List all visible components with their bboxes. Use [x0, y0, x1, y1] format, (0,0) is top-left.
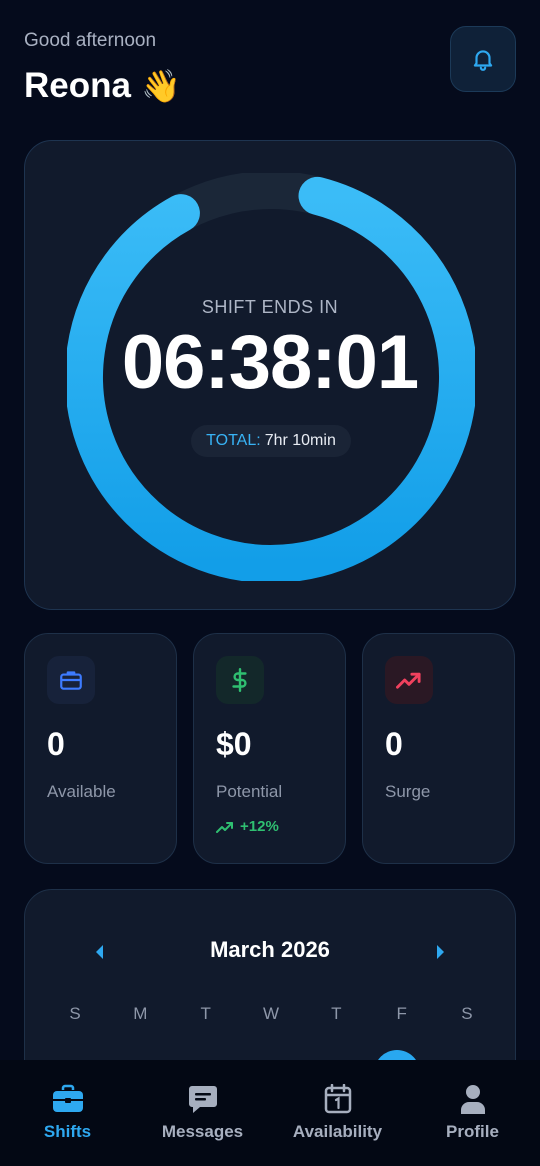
notifications-button[interactable]	[450, 26, 516, 92]
bottom-nav: Shifts Messages Availability Profile	[0, 1060, 540, 1166]
nav-availability[interactable]: Availability	[270, 1060, 405, 1166]
weekday-label: F	[396, 1004, 407, 1023]
briefcase-icon	[47, 656, 95, 704]
weekday-label: S	[69, 1004, 81, 1023]
briefcase-icon	[52, 1084, 83, 1112]
weekday-header: S M T W T F S	[52, 1004, 490, 1024]
calendar-icon	[324, 1084, 351, 1114]
potential-trend: +12%	[216, 818, 279, 835]
weekday-label: W	[262, 1004, 279, 1023]
dollar-icon	[216, 656, 264, 704]
weekday-label: T	[331, 1004, 342, 1023]
chevron-right-icon	[437, 945, 444, 959]
shift-ends-label: SHIFT ENDS IN	[201, 297, 339, 317]
weekday-label: T	[200, 1004, 211, 1023]
nav-profile-label: Profile	[446, 1122, 499, 1141]
shift-timer-card: SHIFT ENDS IN 06:38:01 TOTAL: 7hr 10min	[24, 140, 516, 610]
next-month-button[interactable]	[431, 942, 451, 962]
available-count: 0	[47, 726, 65, 762]
trend-up-icon	[216, 821, 233, 833]
potential-trend-value: +12%	[240, 818, 279, 835]
total-key: TOTAL:	[206, 432, 261, 449]
countdown-value: 06:38:01	[121, 320, 419, 405]
stat-card-potential[interactable]: $0 Potential +12%	[193, 633, 346, 864]
potential-amount: $0	[216, 726, 252, 762]
weekday-label: S	[461, 1004, 473, 1023]
total-value: 7hr 10min	[264, 432, 336, 449]
chat-icon	[188, 1086, 217, 1113]
weekday-label: M	[133, 1004, 148, 1023]
stat-card-available[interactable]: 0 Available	[24, 633, 177, 864]
user-name: Reona 👋	[24, 66, 181, 106]
surge-count: 0	[385, 726, 403, 762]
nav-messages[interactable]: Messages	[135, 1060, 270, 1166]
bell-icon	[473, 50, 493, 71]
surge-label: Surge	[385, 782, 431, 801]
stat-card-surge[interactable]: 0 Surge	[362, 633, 515, 864]
nav-messages-label: Messages	[161, 1122, 244, 1141]
available-label: Available	[47, 782, 116, 801]
user-name-label: Reona	[24, 66, 131, 105]
nav-availability-label: Availability	[292, 1122, 383, 1141]
nav-shifts[interactable]: Shifts	[0, 1060, 135, 1166]
nav-shifts-label: Shifts	[43, 1122, 92, 1141]
user-icon	[460, 1085, 485, 1114]
wave-emoji: 👋	[140, 68, 181, 104]
nav-profile[interactable]: Profile	[405, 1060, 540, 1166]
total-duration-pill: TOTAL: 7hr 10min	[191, 425, 351, 457]
potential-label: Potential	[216, 782, 283, 801]
trending-up-icon	[385, 656, 433, 704]
greeting-text: Good afternoon	[24, 30, 157, 51]
